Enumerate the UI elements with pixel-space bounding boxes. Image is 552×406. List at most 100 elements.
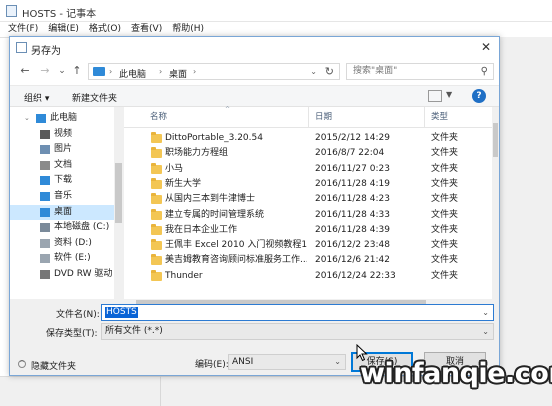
file-row[interactable]: 建立专属的时间管理系统 2016/11/28 4:33 文件夹 [124, 208, 492, 223]
nav-item-label: DVD RW 驱动 [54, 269, 113, 279]
menu-edit[interactable]: 编辑(E) [48, 22, 79, 37]
nav-item-label: 本地磁盘 (C:) [54, 222, 110, 233]
nav-item-label: 文档 [54, 159, 73, 170]
view-dropdown-icon[interactable]: ▼ [446, 90, 452, 99]
search-icon: ⚲ [480, 66, 488, 77]
organize-button[interactable]: 组织 ▾ [24, 91, 49, 104]
nav-item[interactable]: 资料 (D:) [10, 236, 114, 251]
filetype-select[interactable]: 所有文件 (*.*) ⌄ [101, 323, 494, 340]
notepad-title: HOSTS - 记事本 [22, 9, 97, 20]
file-date: 2016/11/28 4:23 [315, 194, 390, 205]
notepad-title-bar: HOSTS - 记事本 [0, 0, 552, 22]
scrollbar-thumb[interactable] [115, 163, 122, 223]
new-folder-button[interactable]: 新建文件夹 [72, 91, 117, 104]
music-icon [40, 192, 50, 201]
drive-icon [40, 223, 50, 233]
file-date: 2016/11/27 0:23 [315, 163, 390, 174]
nav-item[interactable]: 文档 [10, 158, 114, 173]
chevron-down-icon[interactable]: ⌄ [482, 324, 489, 339]
chevron-down-icon[interactable]: ⌄ [334, 355, 341, 369]
file-date: 2016/12/24 22:33 [315, 270, 396, 281]
file-type: 文件夹 [431, 270, 459, 281]
close-icon[interactable]: ✕ [479, 40, 493, 54]
nav-item-label: 视频 [54, 128, 73, 139]
back-arrow-icon[interactable]: ← [18, 64, 32, 78]
nav-item-label: 图片 [54, 144, 73, 155]
file-type: 文件夹 [431, 224, 459, 235]
dialog-title-bar: 另存为 ✕ [10, 37, 499, 59]
encoding-label: 编码(E): [195, 360, 229, 370]
file-row[interactable]: 新生大学 2016/11/28 4:19 文件夹 [124, 177, 492, 192]
menu-format[interactable]: 格式(O) [89, 22, 121, 37]
file-name: 王佩丰 Excel 2010 入门视频教程1... [165, 240, 307, 251]
file-name: 小马 [165, 163, 184, 174]
encoding-select[interactable]: ANSI ⌄ [228, 354, 346, 370]
search-input[interactable]: 搜索"桌面" ⚲ [346, 63, 494, 80]
file-date: 2016/12/2 23:48 [315, 240, 390, 251]
menu-view[interactable]: 查看(V) [131, 22, 162, 37]
computer-icon [36, 114, 46, 123]
chevron-down-icon[interactable]: ⌄ [310, 67, 317, 76]
file-list-scrollbar[interactable] [492, 107, 499, 299]
nav-item-label: 桌面 [54, 206, 73, 217]
file-list: ^ 名称 日期 类型 DittoPortable_3.20.54 2015/2/1… [124, 106, 499, 299]
nav-item[interactable]: 软件 (E:) [10, 251, 114, 266]
nav-item-label: 此电脑 [50, 113, 78, 123]
nav-item[interactable]: DVD RW 驱动 [10, 267, 114, 282]
nav-item[interactable]: 本地磁盘 (C:) [10, 220, 114, 235]
document-icon [40, 160, 50, 170]
computer-icon [93, 67, 105, 76]
file-type: 文件夹 [431, 209, 459, 220]
drive-icon [40, 238, 50, 248]
up-arrow-icon[interactable]: ↑ [70, 64, 84, 78]
refresh-icon[interactable]: ↻ [325, 65, 334, 78]
folder-icon [151, 208, 162, 220]
file-name: 建立专属的时间管理系统 [165, 209, 265, 220]
file-row[interactable]: 职场能力方程组 2016/8/7 22:04 文件夹 [124, 146, 492, 161]
column-separator[interactable] [308, 107, 309, 127]
column-date[interactable]: 日期 [315, 110, 332, 122]
file-date: 2016/12/6 21:42 [315, 255, 390, 266]
chevron-right-icon[interactable]: › [109, 67, 112, 76]
file-name: 美吉姆教育咨询顾问标准服务工作... [165, 255, 307, 266]
folder-icon [151, 132, 162, 143]
watermark: winfanqie.com [360, 358, 552, 389]
nav-item[interactable]: 下载 [10, 173, 114, 188]
chevron-right-icon[interactable]: › [193, 67, 196, 76]
dvd-icon [40, 270, 50, 279]
scrollbar-thumb[interactable] [493, 123, 498, 157]
file-row[interactable]: 小马 2016/11/27 0:23 文件夹 [124, 162, 492, 177]
file-row[interactable]: 我在日本企业工作 2016/11/28 4:39 文件夹 [124, 223, 492, 238]
file-row[interactable]: Thunder 2016/12/24 22:33 文件夹 [124, 269, 492, 284]
file-row[interactable]: 美吉姆教育咨询顾问标准服务工作... 2016/12/6 21:42 文件夹 [124, 253, 492, 268]
nav-item[interactable]: 视频 [10, 127, 114, 142]
menu-file[interactable]: 文件(F) [8, 22, 38, 37]
address-bar[interactable]: › 此电脑 › 桌面 › ⌄ ↻ [88, 63, 340, 80]
column-name[interactable]: 名称 [150, 110, 167, 122]
chevron-down-icon[interactable]: ⌄ [482, 308, 489, 317]
nav-pane-scrollbar[interactable] [114, 107, 123, 299]
forward-arrow-icon[interactable]: → [38, 64, 52, 78]
breadcrumb-this-pc[interactable]: 此电脑 [119, 67, 146, 80]
help-icon[interactable]: ? [472, 89, 486, 103]
column-type[interactable]: 类型 [431, 110, 448, 122]
nav-item-label: 软件 (E:) [54, 253, 91, 264]
nav-item[interactable]: ⌄ 此电脑 [10, 111, 114, 126]
recent-locations-icon[interactable]: ⌄ [55, 64, 69, 78]
file-row[interactable]: DittoPortable_3.20.54 2015/2/12 14:29 文件夹 [124, 131, 492, 146]
view-options-icon[interactable] [428, 90, 442, 102]
nav-item[interactable]: 桌面 [10, 204, 114, 220]
expand-icon[interactable]: ⌄ [24, 111, 30, 126]
file-type: 文件夹 [431, 240, 459, 251]
chevron-right-icon[interactable]: › [159, 67, 162, 76]
command-toolbar: 组织 ▾ 新建文件夹 ▼ ? [10, 85, 499, 107]
file-row[interactable]: 从国内三本到牛津博士 2016/11/28 4:23 文件夹 [124, 192, 492, 207]
file-type: 文件夹 [431, 133, 459, 143]
file-row[interactable]: 王佩丰 Excel 2010 入门视频教程1... 2016/12/2 23:48… [124, 238, 492, 253]
filename-field[interactable]: HOSTS ⌄ [101, 304, 494, 321]
nav-item[interactable]: 图片 [10, 142, 114, 157]
breadcrumb-desktop[interactable]: 桌面 [169, 67, 187, 80]
menu-help[interactable]: 帮助(H) [172, 22, 204, 37]
nav-item[interactable]: 音乐 [10, 189, 114, 204]
column-separator[interactable] [424, 107, 425, 127]
